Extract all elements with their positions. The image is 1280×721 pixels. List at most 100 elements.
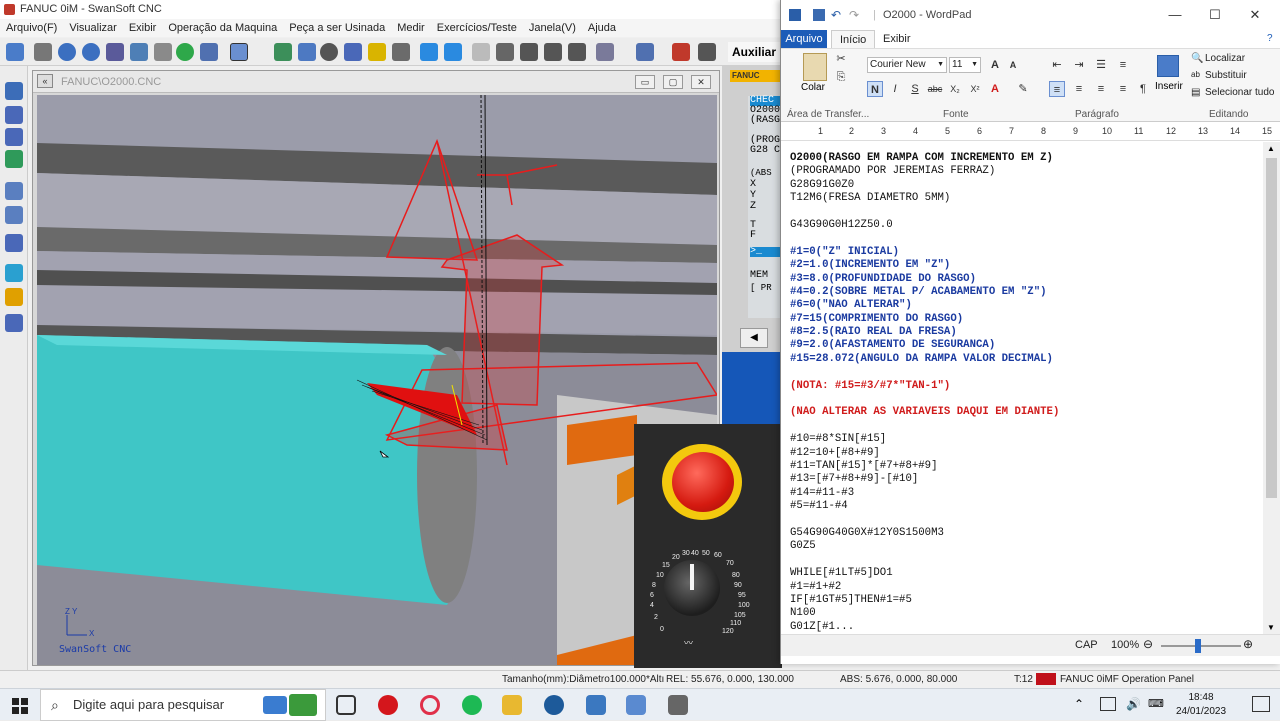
frame-icon[interactable] — [5, 82, 23, 100]
document-area[interactable]: O2000(RASGO EM RAMPA COM INCREMENTO EM Z… — [781, 142, 1263, 634]
taskbar-search-box[interactable]: ⌕ Digite aqui para pesquisar — [40, 689, 326, 721]
brush-tool-icon[interactable] — [5, 150, 23, 168]
increase-indent-icon[interactable]: ⇥ — [1071, 57, 1087, 73]
maximize-button[interactable]: ☐ — [1195, 0, 1235, 30]
document-line[interactable]: #10=#8*SIN[#15] — [790, 433, 1059, 446]
pen-icon[interactable] — [5, 128, 23, 146]
spindle-icon[interactable] — [320, 43, 338, 61]
document-line[interactable]: T12M6(FRESA DIAMETRO 5MM) — [790, 192, 1059, 205]
opera-gx-icon[interactable] — [420, 695, 440, 715]
emergency-stop-button[interactable] — [672, 452, 734, 512]
section-icon[interactable] — [496, 43, 514, 61]
replace-button[interactable]: Substituir — [1205, 70, 1247, 81]
zoom-out-icon[interactable] — [82, 43, 100, 61]
menu-exibir[interactable]: Exibir — [123, 19, 163, 37]
paragraph-dialog-icon[interactable]: ¶ — [1135, 81, 1151, 97]
copy-icon[interactable]: ⎘ — [833, 69, 849, 85]
document-line[interactable]: #1=0("Z" INICIAL) — [790, 246, 1059, 259]
font-family-select[interactable]: Courier New ▼ — [867, 57, 947, 73]
menu-operacao-maquina[interactable]: Operação da Maquina — [162, 19, 283, 37]
network-icon[interactable] — [1100, 697, 1116, 711]
document-line[interactable]: #2=1.0(INCREMENTO EM "Z") — [790, 259, 1059, 272]
vise-icon[interactable] — [520, 43, 538, 61]
decrease-indent-icon[interactable]: ⇤ — [1049, 57, 1065, 73]
menu-janela[interactable]: Janela(V) — [523, 19, 582, 37]
cube-view-icon[interactable] — [420, 43, 438, 61]
document-line[interactable]: #14=#11-#3 — [790, 487, 1059, 500]
taskbar-clock[interactable]: 18:48 24/01/2023 — [1166, 691, 1236, 719]
feed-override-dial[interactable] — [664, 560, 720, 616]
scrollbar-thumb[interactable] — [1266, 158, 1277, 498]
document-line[interactable] — [790, 232, 1059, 245]
font-size-select[interactable]: 11 ▼ — [949, 57, 981, 73]
insert-picture-icon[interactable] — [1157, 55, 1179, 77]
tab-inicio[interactable]: Início — [831, 30, 876, 48]
find-icon[interactable]: 🔍 — [1191, 53, 1203, 64]
volume-icon[interactable]: 🔊 — [1126, 697, 1141, 711]
view-select-icon[interactable] — [200, 43, 218, 61]
redo-icon[interactable]: ↷ — [849, 9, 861, 21]
auxiliar-label[interactable]: Auxiliar — [728, 42, 780, 62]
zoom-slider-thumb[interactable] — [1195, 639, 1201, 653]
spreadsheet-doodle-icon[interactable] — [289, 694, 317, 716]
shrink-font-icon[interactable]: A — [1005, 57, 1021, 73]
panel-icon[interactable] — [5, 314, 23, 332]
paste-label[interactable]: Colar — [801, 82, 825, 93]
file-explorer-icon[interactable] — [502, 695, 522, 715]
document-line[interactable]: G0Z5 — [790, 540, 1059, 553]
font-color-icon[interactable]: A — [987, 81, 1003, 97]
insert-label[interactable]: Inserir — [1155, 81, 1183, 92]
notifications-icon[interactable] — [1252, 696, 1270, 712]
pen-doodle-icon[interactable] — [263, 696, 287, 714]
strikethrough-button[interactable]: abc — [927, 81, 943, 97]
document-line[interactable]: #6=0("NAO ALTERAR") — [790, 299, 1059, 312]
pointer-icon[interactable] — [34, 43, 52, 61]
document-line[interactable]: #7=15(COMPRIMENTO DO RASGO) — [790, 313, 1059, 326]
line-spacing-icon[interactable]: ≡ — [1115, 57, 1131, 73]
coolant-icon[interactable] — [344, 43, 362, 61]
rotate-icon[interactable] — [176, 43, 194, 61]
superscript-button[interactable]: X² — [967, 81, 983, 97]
align-right-icon[interactable]: ≡ — [1093, 81, 1109, 97]
menu-medir[interactable]: Medir — [391, 19, 431, 37]
replace-icon[interactable]: ab — [1191, 70, 1200, 79]
document-line[interactable] — [790, 393, 1059, 406]
document-line[interactable]: WHILE[#1LT#5]DO1 — [790, 567, 1059, 580]
bold-button[interactable]: N — [867, 81, 883, 97]
menu-exercicios[interactable]: Exercícios/Teste — [431, 19, 523, 37]
document-line[interactable]: G54G90G40G0X#12Y0S1500M3 — [790, 527, 1059, 540]
menu-visualizar[interactable]: Visualizar — [63, 19, 123, 37]
document-line[interactable]: #11=TAN[#15]*[#7+#8+#9] — [790, 460, 1059, 473]
document-line[interactable]: #12=10+[#8+#9] — [790, 447, 1059, 460]
calculator-icon[interactable] — [668, 695, 688, 715]
justify-icon[interactable]: ≡ — [1115, 81, 1131, 97]
align-left-icon[interactable]: ≡ — [1049, 81, 1065, 97]
menu-ajuda[interactable]: Ajuda — [582, 19, 622, 37]
highlight-icon[interactable]: ✎ — [1015, 81, 1031, 97]
workpiece-icon[interactable] — [274, 43, 292, 61]
tray-chevron-icon[interactable]: ⌃ — [1074, 697, 1084, 711]
document-line[interactable]: (PROGRAMADO POR JEREMIAS FERRAZ) — [790, 165, 1059, 178]
select-all-icon[interactable]: ▤ — [1191, 87, 1200, 98]
zoom-slider-track[interactable] — [1161, 645, 1241, 647]
document-line[interactable]: #4=0.2(SOBRE METAL P/ ACABAMENTO EM "Z") — [790, 286, 1059, 299]
app-taskbar-icon[interactable] — [586, 695, 606, 715]
close-button[interactable]: ✕ — [1235, 0, 1275, 30]
layout-icon[interactable] — [230, 43, 248, 61]
cube-top-icon[interactable] — [444, 43, 462, 61]
document-line[interactable] — [790, 514, 1059, 527]
menu-peca-usinada[interactable]: Peça a ser Usinada — [283, 19, 391, 37]
minimize-button[interactable]: — — [1155, 0, 1195, 30]
select-all-button[interactable]: Selecionar tudo — [1205, 87, 1275, 98]
save-icon[interactable] — [813, 9, 825, 21]
document-line[interactable]: N100 — [790, 607, 1059, 620]
document-line[interactable]: #1=#1+#2 — [790, 581, 1059, 594]
status-panel[interactable]: FANUC 0iMF Operation Panel — [1060, 674, 1194, 685]
pan-hand-icon[interactable] — [154, 43, 172, 61]
brush-icon[interactable] — [596, 43, 614, 61]
box-icon[interactable] — [5, 288, 23, 306]
tab-exibir[interactable]: Exibir — [875, 30, 919, 48]
collapse-icon[interactable]: « — [37, 74, 53, 88]
scroll-down-icon[interactable]: ▼ — [1267, 623, 1275, 632]
spotify-icon[interactable] — [462, 695, 482, 715]
